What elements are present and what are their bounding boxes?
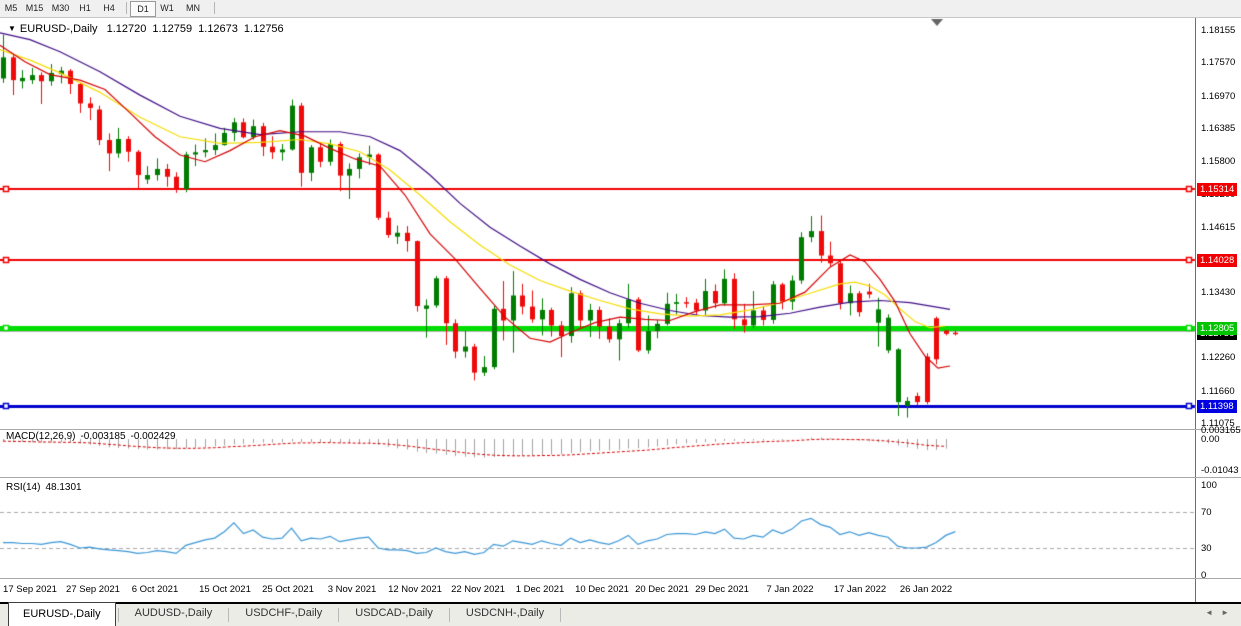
rsi-indicator-label: RSI(14) 48.1301 bbox=[6, 482, 87, 493]
price-axis-label: 1.17570 bbox=[1201, 57, 1235, 68]
price-axis-label: 1.18155 bbox=[1201, 25, 1235, 36]
date-label: 20 Dec 2021 bbox=[635, 584, 689, 595]
tab-scroll-right-icon[interactable]: ► bbox=[1221, 608, 1237, 617]
date-label: 1 Dec 2021 bbox=[516, 584, 565, 595]
trading-terminal-window: M5M15M30H1H4 D1W1MN ▼ EURUSD-,Daily 1.1272… bbox=[0, 0, 1241, 626]
timeframe-button-m30[interactable]: M30 bbox=[48, 1, 73, 15]
macd-name: MACD(12,26,9) bbox=[6, 431, 75, 442]
price-axis-separator bbox=[1195, 17, 1196, 602]
chart-tab-usdchf[interactable]: USDCHF-,Daily bbox=[231, 604, 336, 626]
tab-separator bbox=[118, 608, 119, 622]
toolbar-separator bbox=[214, 2, 215, 14]
price-level-badge-1: 1.14028 bbox=[1197, 254, 1237, 267]
date-label: 26 Jan 2022 bbox=[900, 584, 952, 595]
chart-tab-audusd[interactable]: AUDUSD-,Daily bbox=[121, 604, 227, 626]
date-label: 17 Jan 2022 bbox=[834, 584, 886, 595]
tab-separator bbox=[449, 608, 450, 622]
tab-scroll-arrows: ◄► bbox=[1205, 608, 1237, 617]
date-label: 25 Oct 2021 bbox=[262, 584, 314, 595]
timeframe-button-mn[interactable]: MN bbox=[180, 1, 206, 15]
ohlc-low: 1.12673 bbox=[198, 23, 238, 35]
price-axis-label: 1.16385 bbox=[1201, 123, 1235, 134]
date-label: 7 Jan 2022 bbox=[766, 584, 813, 595]
macd-pane-splitter[interactable] bbox=[0, 429, 1241, 430]
price-axis-label: 1.11660 bbox=[1201, 386, 1235, 397]
timeframe-button-w1[interactable]: W1 bbox=[156, 1, 178, 15]
rsi-axis-label: 100 bbox=[1201, 480, 1217, 491]
chart-tab-usdcnh[interactable]: USDCNH-,Daily bbox=[452, 604, 558, 626]
tab-separator bbox=[228, 608, 229, 622]
timeframe-button-d1[interactable]: D1 bbox=[130, 1, 156, 17]
date-label: 10 Dec 2021 bbox=[575, 584, 629, 595]
symbol-title: EURUSD-,Daily bbox=[20, 23, 98, 35]
toolbar-separator bbox=[126, 2, 127, 14]
macd-main-value: -0.003185 bbox=[80, 431, 125, 442]
date-label: 15 Oct 2021 bbox=[199, 584, 251, 595]
macd-axis-label: -0.01043 bbox=[1201, 465, 1239, 476]
date-label: 3 Nov 2021 bbox=[328, 584, 377, 595]
chart-tab-usdcad[interactable]: USDCAD-,Daily bbox=[341, 604, 447, 626]
rsi-pane-splitter[interactable] bbox=[0, 477, 1241, 478]
timeframe-button-h1[interactable]: H1 bbox=[74, 1, 96, 15]
tab-separator bbox=[560, 608, 561, 622]
timeframe-button-m5[interactable]: M5 bbox=[1, 1, 21, 15]
price-axis-label: 1.14615 bbox=[1201, 222, 1235, 233]
tab-scroll-left-icon[interactable]: ◄ bbox=[1205, 608, 1221, 617]
price-level-badge-2: 1.12805 bbox=[1197, 322, 1237, 335]
symbol-dropdown-icon[interactable]: ▼ bbox=[8, 24, 16, 33]
date-label: 17 Sep 2021 bbox=[3, 584, 57, 595]
price-axis-label: 1.13430 bbox=[1201, 287, 1235, 298]
macd-indicator-label: MACD(12,26,9) -0.003185 -0.002429 bbox=[6, 431, 181, 442]
date-label: 6 Oct 2021 bbox=[132, 584, 178, 595]
macd-signal-value: -0.002429 bbox=[131, 431, 176, 442]
ohlc-close: 1.12756 bbox=[244, 23, 284, 35]
rsi-axis-label: 30 bbox=[1201, 543, 1212, 554]
price-level-badge-3: 1.11398 bbox=[1197, 400, 1237, 413]
rsi-axis-label: 70 bbox=[1201, 507, 1212, 518]
rsi-value: 48.1301 bbox=[45, 482, 81, 493]
date-label: 22 Nov 2021 bbox=[451, 584, 505, 595]
timeframe-toolbar: M5M15M30H1H4 D1W1MN bbox=[0, 0, 1241, 18]
date-label: 29 Dec 2021 bbox=[695, 584, 749, 595]
price-axis-label: 1.12260 bbox=[1201, 352, 1235, 363]
macd-axis-label: 0.00 bbox=[1201, 434, 1220, 445]
price-level-badge-0: 1.15314 bbox=[1197, 183, 1237, 196]
price-axis-label: 1.15800 bbox=[1201, 156, 1235, 167]
price-axis-label: 1.16970 bbox=[1201, 91, 1235, 102]
tab-separator bbox=[338, 608, 339, 622]
chart-tab-eurusd[interactable]: EURUSD-,Daily bbox=[8, 602, 116, 626]
date-label: 12 Nov 2021 bbox=[388, 584, 442, 595]
date-axis-separator bbox=[0, 578, 1241, 579]
date-label: 27 Sep 2021 bbox=[66, 584, 120, 595]
chart-tab-bar: EURUSD-,DailyAUDUSD-,DailyUSDCHF-,DailyU… bbox=[0, 604, 1241, 626]
price-chart-canvas[interactable] bbox=[0, 0, 1241, 626]
ohlc-high: 1.12759 bbox=[152, 23, 192, 35]
rsi-name: RSI(14) bbox=[6, 482, 40, 493]
timeframe-button-h4[interactable]: H4 bbox=[98, 1, 120, 15]
ohlc-open: 1.12720 bbox=[107, 23, 147, 35]
rsi-axis-label: 0 bbox=[1201, 570, 1206, 581]
timeframe-button-m15[interactable]: M15 bbox=[22, 1, 47, 15]
chart-legend: ▼ EURUSD-,Daily 1.12720 1.12759 1.12673 1.12… bbox=[8, 23, 290, 37]
